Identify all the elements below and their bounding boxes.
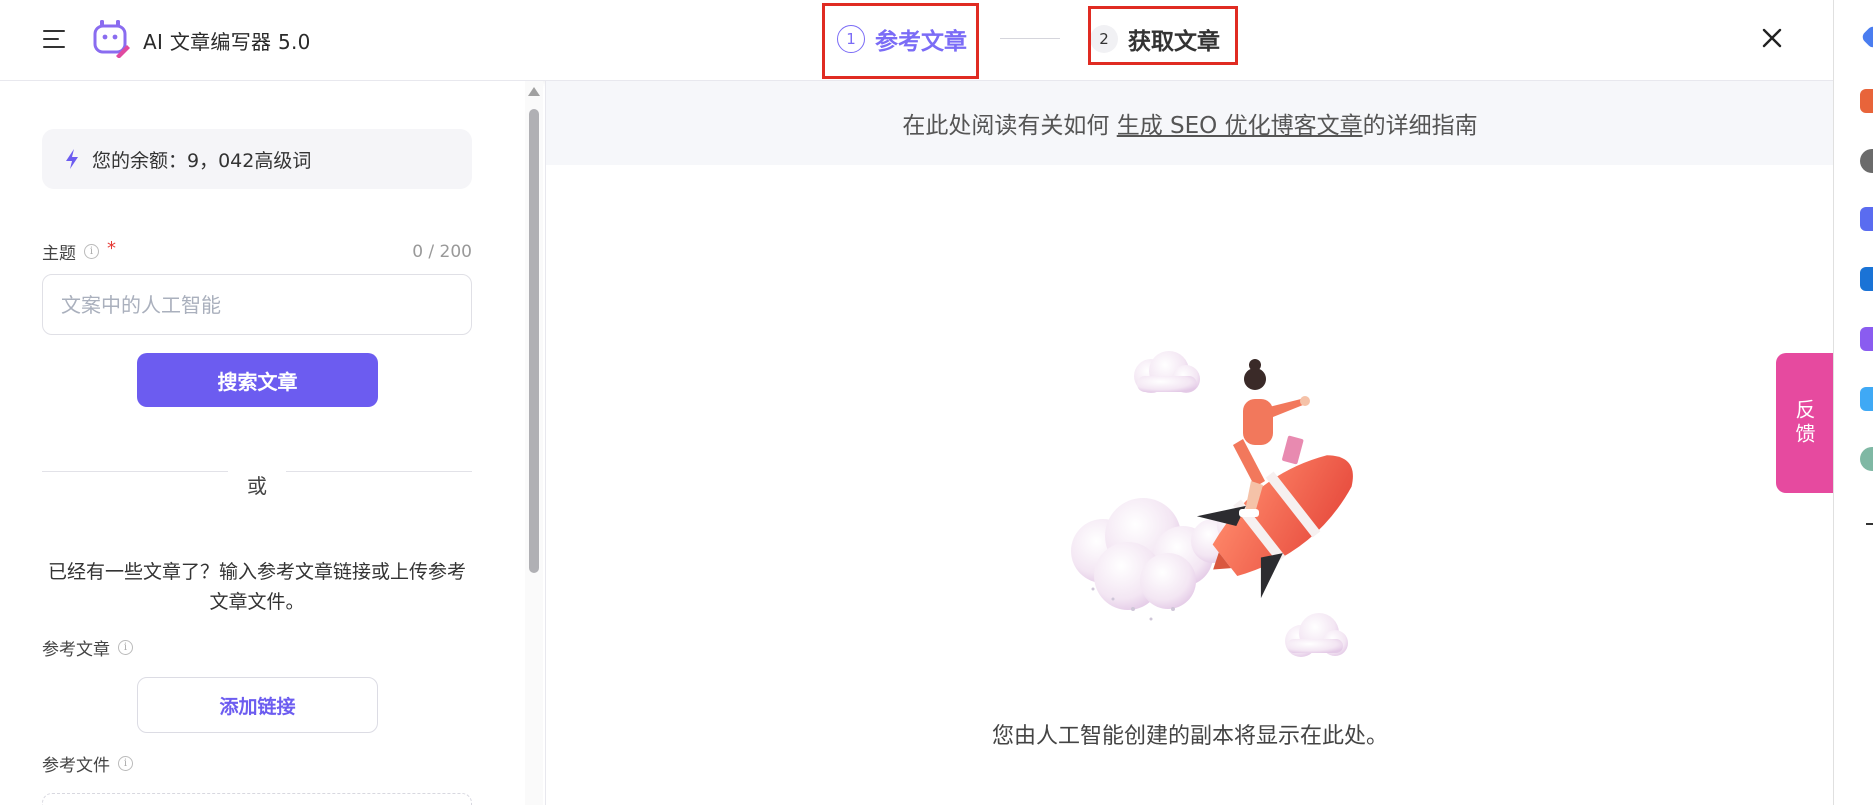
rocket-rider-illustration [1071, 351, 1353, 657]
close-icon[interactable] [1761, 27, 1783, 49]
info-icon[interactable]: i [118, 640, 133, 655]
left-panel-scrollbar[interactable] [525, 81, 543, 805]
guide-text: 在此处阅读有关如何 生成 SEO 优化博客文章的详细指南 [546, 106, 1834, 140]
feedback-button[interactable]: 反馈 [1776, 353, 1833, 493]
designer-icon[interactable] [1860, 327, 1873, 351]
outlook-icon[interactable] [1860, 267, 1873, 291]
character-counter: 0 / 200 [412, 242, 472, 262]
search-article-button[interactable]: 搜索文章 [137, 353, 378, 407]
add-icon[interactable] [1862, 512, 1873, 536]
robot-logo-icon [93, 20, 130, 58]
step-connector [1000, 38, 1060, 39]
people-icon[interactable] [1860, 149, 1873, 173]
info-icon[interactable]: i [84, 244, 99, 259]
input-panel: 您的余额：9，042高级词 主题 i * 0 / 200 搜索文章 或 已经有一… [0, 81, 525, 805]
output-panel: 在此处阅读有关如何 生成 SEO 优化博客文章的详细指南 您由人工智能创建的副本… [545, 81, 1834, 805]
file-upload-area[interactable] [42, 793, 472, 805]
balance-card: 您的余额：9，042高级词 [42, 129, 472, 189]
browser-side-panel [1833, 0, 1873, 805]
topic-label: 主题 i * [42, 238, 116, 264]
required-marker: * [107, 238, 116, 259]
shopping-bag-icon[interactable] [1860, 89, 1873, 113]
drop-icon[interactable] [1860, 387, 1873, 411]
reference-hint-text: 已经有一些文章了？输入参考文章链接或上传参考文章文件。 [47, 561, 466, 613]
reference-article-label-text: 参考文章 [42, 640, 110, 660]
balance-text: 您的余额：9，042高级词 [92, 149, 312, 172]
reference-article-label: 参考文章 i [42, 635, 133, 660]
or-text: 或 [247, 474, 267, 498]
copilot-icon[interactable] [1860, 24, 1873, 50]
topic-input[interactable] [42, 274, 472, 335]
guide-banner: 在此处阅读有关如何 生成 SEO 优化博客文章的详细指南 [546, 81, 1834, 165]
scroll-up-arrow-icon[interactable] [528, 87, 540, 96]
seo-guide-link[interactable]: 生成 SEO 优化博客文章 [1117, 113, 1363, 139]
chatgpt-icon[interactable] [1860, 447, 1873, 471]
menu-icon[interactable] [43, 28, 65, 50]
empty-state-text: 您由人工智能创建的副本将显示在此处。 [991, 724, 1388, 749]
add-link-button[interactable]: 添加链接 [137, 677, 378, 733]
games-icon[interactable] [1860, 207, 1873, 231]
guide-suffix: 的详细指南 [1362, 113, 1478, 139]
info-icon[interactable]: i [118, 756, 133, 771]
guide-prefix: 在此处阅读有关如何 [902, 113, 1117, 139]
highlight-box-step2 [1088, 6, 1238, 65]
scroll-thumb[interactable] [529, 109, 539, 573]
topic-label-text: 主题 [42, 244, 76, 264]
lightning-icon [66, 149, 78, 169]
reference-file-label: 参考文件 i [42, 751, 133, 776]
feedback-label: 反馈 [1792, 399, 1816, 447]
reference-file-label-text: 参考文件 [42, 756, 110, 776]
app-title: AI 文章编写器 5.0 [143, 30, 311, 54]
highlight-box-step1 [822, 3, 979, 79]
